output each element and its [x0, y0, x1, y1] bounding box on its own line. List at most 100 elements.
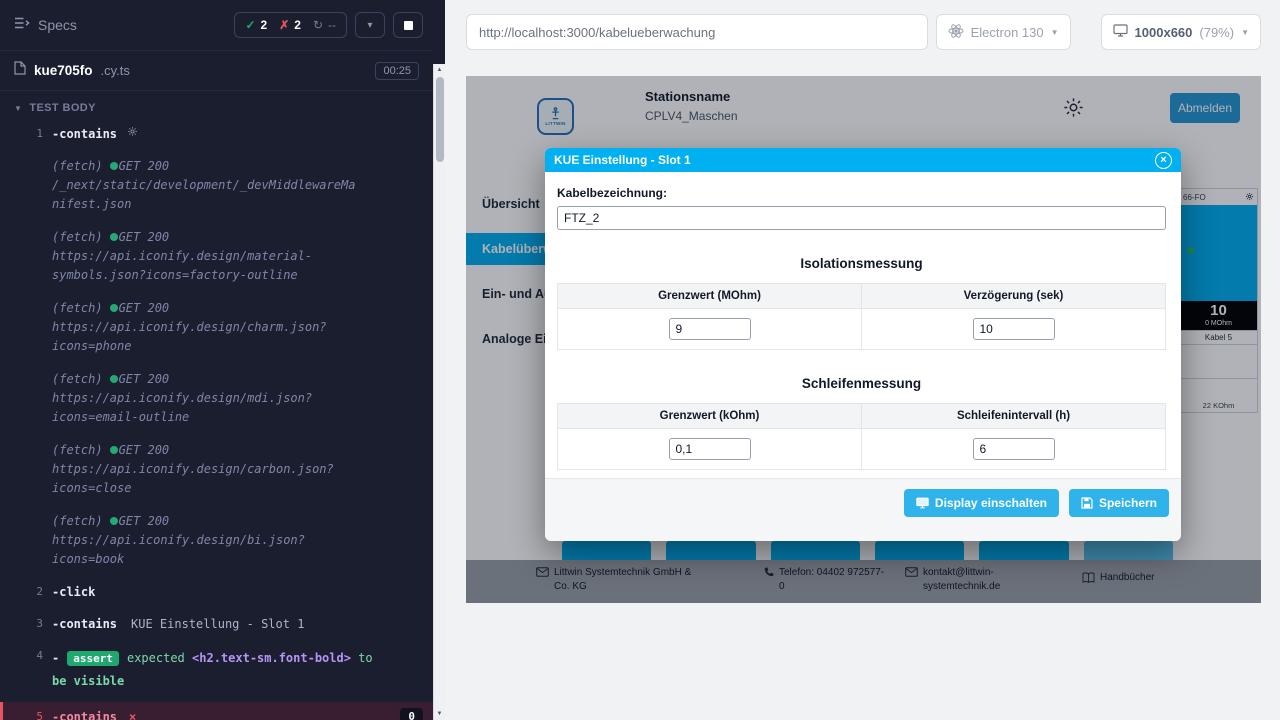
loop-table: Grenzwert (kOhm) Schleifenintervall (h): [557, 403, 1166, 470]
col-grenzwert-kohm: Grenzwert (kOhm): [558, 404, 862, 429]
scrollbar-thumb[interactable]: [436, 77, 444, 162]
loop-heading: Schleifenmessung: [557, 376, 1166, 391]
scroll-up-icon[interactable]: ▲: [437, 64, 443, 76]
viewport-size: 1000x660: [1135, 25, 1193, 40]
passed-count: 2: [261, 18, 268, 32]
display-on-button[interactable]: Display einschalten: [904, 489, 1059, 517]
fetch-log-row: (fetch) GET 200 https://api.iconify.desig…: [0, 508, 433, 573]
command-log: 1 -contains (fetch) GET 200 /_next/static…: [0, 121, 433, 720]
isolation-table: Grenzwert (MOhm) Verzögerung (sek): [557, 283, 1166, 350]
col-grenzwert-mohm: Grenzwert (MOhm): [558, 284, 862, 309]
scrollbar-track[interactable]: ▲ ▼: [433, 64, 445, 720]
runner-header: Specs ✓ 2 ✗ 2 ↻ -- ▾: [0, 0, 433, 50]
runner-main: Specs ✓ 2 ✗ 2 ↻ -- ▾: [0, 0, 433, 720]
check-icon: ✓: [245, 18, 255, 32]
modal-header: KUE Einstellung - Slot 1 ×: [545, 148, 1181, 172]
spec-file-row[interactable]: kue705fo .cy.ts 00:25: [0, 50, 433, 91]
fetch-log-row: (fetch)GET 200 https://api.iconify.desig…: [0, 224, 433, 289]
status-ok-dot-icon: [110, 446, 118, 454]
cable-designation-input[interactable]: [557, 206, 1166, 230]
kue-settings-modal: KUE Einstellung - Slot 1 × Kabelbezeichn…: [545, 148, 1181, 541]
url-bar: [466, 14, 928, 50]
fetch-log-row: (fetch) GET 200 /_next/static/development…: [0, 153, 433, 218]
test-stats: ✓ 2 ✗ 2 ↻ --: [234, 12, 347, 38]
command-number: 4: [0, 647, 52, 665]
stop-icon: [404, 21, 413, 30]
spec-extension: .cy.ts: [101, 63, 130, 78]
fetch-tag: (fetch): [52, 301, 103, 315]
command-row-contains-1[interactable]: 1 -contains: [0, 121, 433, 147]
spec-name: kue705fo: [34, 63, 93, 78]
save-button[interactable]: Speichern: [1069, 489, 1169, 517]
table-row: [558, 309, 1166, 350]
fetch-url: https://api.iconify.design/bi.json?icons…: [52, 533, 305, 566]
browser-selector[interactable]: Electron 130 ▼: [936, 14, 1071, 50]
command-argument: KUE Einstellung - Slot 1: [131, 615, 304, 633]
assert-row[interactable]: 4 -assertexpected <h2.text-sm.font-bold>…: [0, 643, 433, 696]
col-verzoegerung: Verzögerung (sek): [862, 284, 1166, 309]
grenzwert-kohm-input[interactable]: [669, 438, 751, 460]
monitor-icon: [1113, 24, 1128, 40]
monitor-icon: [916, 497, 929, 509]
close-icon[interactable]: ×: [1155, 152, 1172, 169]
command-name: -contains: [52, 708, 117, 720]
status-ok-dot-icon: [110, 304, 118, 312]
assert-element: <h2.text-sm.font-bold>: [192, 651, 351, 665]
command-number: 5: [3, 708, 52, 720]
command-row-contains-2[interactable]: 3 -contains KUE Einstellung - Slot 1: [0, 611, 433, 637]
stat-passed: ✓ 2: [245, 18, 267, 32]
viewport-selector[interactable]: 1000x660 (79%) ▼: [1101, 14, 1261, 50]
aut-stage: Electron 130 ▼ 1000x660 (79%) ▼ LITTWIN …: [445, 0, 1280, 720]
assert-word: expected: [127, 651, 185, 665]
status-ok-dot-icon: [110, 517, 118, 525]
command-number: 2: [0, 583, 52, 601]
fetch-tag: (fetch): [52, 514, 103, 528]
app-under-test: LITTWIN Stationsname CPLV4_Maschen Abmel…: [466, 76, 1261, 603]
fetch-url: https://api.iconify.design/material-symb…: [52, 249, 312, 282]
runner-scrollbar[interactable]: ▲ ▼: [433, 0, 445, 720]
scroll-down-icon[interactable]: ▼: [437, 708, 443, 720]
schleifenintervall-input[interactable]: [973, 438, 1055, 460]
assert-expectation: be visible: [52, 674, 124, 688]
command-row-click[interactable]: 2 -click: [0, 579, 433, 605]
specs-label[interactable]: Specs: [38, 17, 77, 33]
fetch-status: GET 200: [119, 230, 170, 244]
failed-command-row[interactable]: 5 -contains × 0: [0, 702, 433, 720]
save-floppy-icon: [1081, 497, 1093, 509]
aut-topbar: Electron 130 ▼ 1000x660 (79%) ▼: [445, 0, 1280, 64]
fetch-tag: (fetch): [52, 159, 103, 173]
save-label: Speichern: [1099, 496, 1157, 510]
col-schleifenintervall: Schleifenintervall (h): [862, 404, 1166, 429]
chevron-down-icon: ▼: [1051, 28, 1059, 37]
verzoegerung-input[interactable]: [973, 318, 1055, 340]
fetch-url: /_next/static/development/_devMiddleware…: [52, 178, 355, 211]
url-input[interactable]: [479, 25, 915, 40]
stop-run-button[interactable]: [393, 12, 423, 38]
table-header-row: Grenzwert (kOhm) Schleifenintervall (h): [558, 404, 1166, 429]
table-header-row: Grenzwert (MOhm) Verzögerung (sek): [558, 284, 1166, 309]
command-name: -click: [52, 583, 95, 601]
pending-count: --: [328, 18, 336, 32]
electron-icon: [948, 23, 964, 42]
fetch-log-row: (fetch)GET 200 https://api.iconify.desig…: [0, 295, 433, 360]
fetch-status: GET 200: [119, 159, 170, 173]
stat-failed: ✗ 2: [279, 18, 301, 32]
collapse-button[interactable]: ▾: [355, 12, 385, 38]
stat-pending: ↻ --: [313, 18, 336, 32]
fetch-tag: (fetch): [52, 372, 103, 386]
specs-menu-icon[interactable]: [14, 16, 30, 35]
chevron-down-icon: ▼: [14, 104, 22, 113]
fetch-status: GET 200: [119, 514, 170, 528]
chevron-down-icon: ▼: [1241, 28, 1249, 37]
fetch-log-row: (fetch)GET 200 https://api.iconify.desig…: [0, 437, 433, 502]
assert-dash: -: [52, 651, 59, 665]
test-body-label: TEST BODY: [29, 102, 96, 114]
spec-timer: 00:25: [375, 62, 419, 80]
spec-file-icon: [14, 61, 26, 80]
isolation-heading: Isolationsmessung: [557, 256, 1166, 271]
test-body-section[interactable]: ▼ TEST BODY: [0, 91, 433, 121]
grenzwert-mohm-input[interactable]: [669, 318, 751, 340]
status-ok-dot-icon: [110, 162, 118, 170]
command-number: 1: [0, 125, 52, 143]
cross-icon: ✗: [279, 18, 289, 32]
